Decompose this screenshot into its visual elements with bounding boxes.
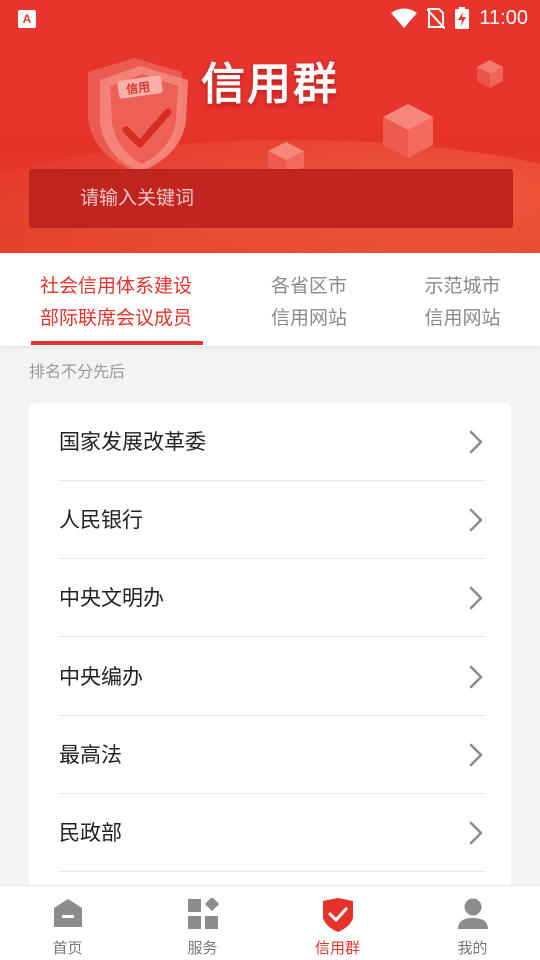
header-banner: 信用 A 11:00 信用群 请输入关键词 [0, 0, 540, 253]
list-item-label: 国家发展改革委 [59, 430, 206, 454]
tab-joint-conference-members[interactable]: 社会信用体系建设 部际联席会议成员 [28, 270, 204, 334]
chevron-right-icon [469, 665, 483, 689]
list-item[interactable]: 中央编办 [29, 638, 511, 716]
tab-label-line1: 示范城市 [424, 275, 501, 297]
nav-label: 首页 [52, 939, 83, 957]
nav-item-services[interactable]: 服务 [135, 886, 270, 960]
status-time: 11:00 [479, 6, 528, 29]
list-item[interactable]: 民政部 [29, 794, 511, 872]
active-tab-indicator [31, 341, 203, 345]
tab-label-line1: 社会信用体系建设 [39, 275, 192, 297]
tab-label-line1: 各省区市 [270, 275, 347, 297]
bottom-navigation: 首页 服务 信用群 我的 [0, 885, 540, 960]
tab-label-line2: 信用网站 [424, 307, 501, 329]
cube-decoration-large [383, 104, 433, 158]
no-sim-icon [427, 8, 446, 29]
divider [59, 871, 485, 872]
tab-label-line2: 部际联席会议成员 [39, 307, 192, 329]
list-item[interactable]: 国家发展改革委 [29, 403, 511, 481]
list-item-label: 最高法 [59, 743, 122, 767]
list-item-label: 人民银行 [59, 508, 143, 532]
ranking-note: 排名不分先后 [29, 362, 126, 381]
grid-icon [187, 898, 219, 929]
nav-label: 我的 [457, 939, 488, 957]
search-input[interactable]: 请输入关键词 [29, 169, 513, 228]
status-bar: A 11:00 [0, 0, 540, 36]
list-item-label: 民政部 [59, 821, 122, 845]
user-icon [457, 898, 488, 929]
tab-bar: 社会信用体系建设 部际联席会议成员 各省区市 信用网站 示范城市 信用网站 [0, 253, 540, 346]
divider [59, 636, 485, 637]
tab-demo-city-credit-sites[interactable]: 示范城市 信用网站 [395, 270, 530, 334]
list-item[interactable]: 人民银行 [29, 481, 511, 559]
chevron-right-icon [469, 430, 483, 454]
member-list: 国家发展改革委 人民银行 中央文明办 中央编办 最高法 民政部 [29, 403, 511, 893]
nav-item-home[interactable]: 首页 [0, 886, 135, 960]
list-item-label: 中央文明办 [59, 586, 164, 610]
battery-charging-icon [455, 7, 470, 29]
nav-item-mine[interactable]: 我的 [405, 886, 540, 960]
list-item[interactable]: 最高法 [29, 716, 511, 794]
search-placeholder: 请输入关键词 [80, 187, 195, 209]
tab-provincial-credit-sites[interactable]: 各省区市 信用网站 [230, 270, 388, 334]
shield-check-icon [322, 898, 353, 932]
nav-label: 服务 [187, 939, 218, 957]
list-item-label: 中央编办 [59, 665, 143, 689]
tab-label-line2: 信用网站 [270, 307, 347, 329]
chevron-right-icon [469, 821, 483, 845]
chevron-right-icon [469, 508, 483, 532]
page-title: 信用群 [201, 59, 339, 110]
chevron-right-icon [469, 586, 483, 610]
app-notification-icon: A [18, 10, 36, 28]
home-icon [53, 899, 82, 927]
nav-item-credit-group[interactable]: 信用群 [270, 886, 405, 960]
nav-label: 信用群 [314, 939, 360, 957]
wifi-icon [391, 8, 418, 28]
chevron-right-icon [469, 743, 483, 767]
list-item[interactable]: 中央文明办 [29, 559, 511, 637]
